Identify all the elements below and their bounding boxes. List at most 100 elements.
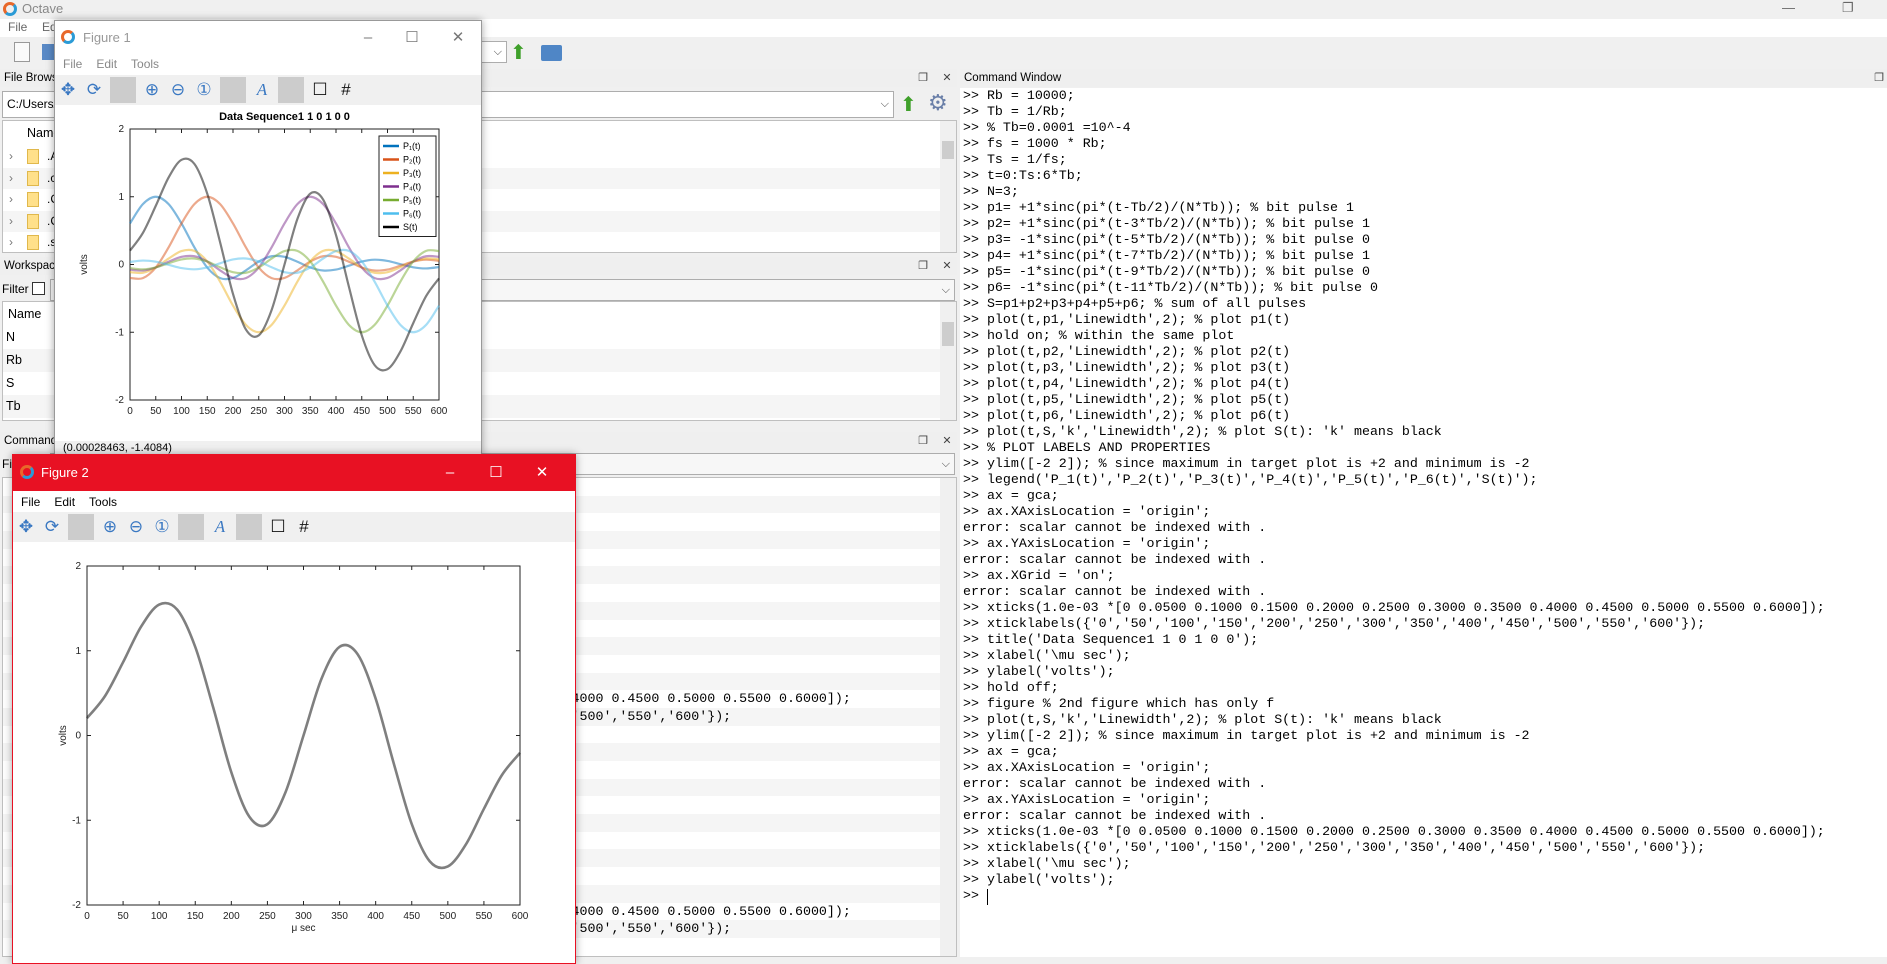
minimize-button[interactable]: – bbox=[345, 21, 391, 55]
x-tick-label: 550 bbox=[476, 911, 493, 922]
chevron-right-icon[interactable]: › bbox=[9, 235, 13, 249]
column-name[interactable]: Name bbox=[8, 307, 41, 321]
close-button[interactable]: ✕ bbox=[519, 455, 565, 491]
legend-label: P₅(t) bbox=[403, 195, 421, 205]
command-line: >> p6= -1*sinc(pi*(t-11*Tb/2)/(N*Tb)); %… bbox=[963, 280, 1378, 295]
browse-folder-icon[interactable] bbox=[541, 45, 562, 61]
box-icon[interactable]: ☐ bbox=[307, 77, 333, 103]
up-directory-icon[interactable]: ⬆ bbox=[900, 92, 917, 117]
legend-label: S(t) bbox=[403, 222, 418, 232]
command-window-title: Command Window bbox=[964, 72, 1062, 84]
figure-1-chart[interactable]: Data Sequence1 1 0 1 0 0 0 50 100 150 200 250 3… bbox=[55, 104, 481, 420]
scrollbar-thumb[interactable] bbox=[942, 141, 954, 159]
y-tick-label: 2 bbox=[118, 124, 124, 135]
close-icon[interactable]: ✕ bbox=[940, 432, 954, 450]
command-line: >> ylabel('volts'); bbox=[963, 664, 1115, 679]
command-line: >> plot(t,p4,'Linewidth',2); % plot p4(t… bbox=[963, 376, 1291, 391]
y-tick-label: -1 bbox=[72, 815, 81, 826]
figure-2-menu: File Edit Tools bbox=[21, 495, 131, 509]
minimize-button[interactable]: – bbox=[427, 455, 473, 491]
undock-icon[interactable]: ❐ bbox=[916, 432, 930, 450]
maximize-button[interactable]: ☐ bbox=[473, 455, 519, 491]
command-line: >> ax.YAxisLocation = 'origin'; bbox=[963, 792, 1211, 807]
folder-icon bbox=[27, 235, 39, 250]
maximize-button[interactable]: ☐ bbox=[389, 21, 435, 55]
gear-icon[interactable]: ⚙ bbox=[928, 90, 948, 116]
menu-file[interactable]: File bbox=[63, 57, 82, 71]
menu-tools[interactable]: Tools bbox=[131, 57, 159, 71]
y-tick-label: -1 bbox=[115, 327, 124, 338]
undock-icon[interactable]: ❐ bbox=[916, 69, 930, 87]
figure-1-toolbar: ✥ ⟳ ⊕ ⊖ ① A ☐ # bbox=[55, 75, 481, 105]
menu-edit[interactable]: Edit bbox=[54, 495, 75, 509]
command-line: >> % Tb=0.0001 =10^-4 bbox=[963, 120, 1131, 135]
x-tick-label: 50 bbox=[118, 911, 130, 922]
pan-icon[interactable]: ✥ bbox=[55, 77, 81, 103]
menu-file[interactable]: File bbox=[21, 495, 40, 509]
zoom-out-icon[interactable]: ⊖ bbox=[165, 77, 191, 103]
up-directory-icon[interactable]: ⬆ bbox=[510, 40, 527, 65]
command-line: >> plot(t,p5,'Linewidth',2); % plot p5(t… bbox=[963, 392, 1291, 407]
new-script-icon[interactable] bbox=[14, 42, 30, 62]
command-line: >> plot(t,p3,'Linewidth',2); % plot p3(t… bbox=[963, 360, 1291, 375]
x-tick-label: 550 bbox=[405, 406, 422, 417]
command-line: >> xticks(1.0e-03 *[0 0.0500 0.1000 0.15… bbox=[963, 824, 1825, 839]
folder-icon bbox=[27, 170, 39, 186]
workspace-title: Workspace bbox=[4, 260, 62, 272]
close-icon[interactable]: ✕ bbox=[940, 257, 954, 275]
undock-icon[interactable]: ❐ bbox=[916, 257, 930, 275]
figure-2-chart[interactable]: 0 50 100 150 200 250 300 350 400 450 500 550 600 -2 -1… bbox=[13, 535, 575, 957]
filter-checkbox[interactable] bbox=[32, 282, 45, 295]
command-window[interactable]: >> Rb = 10000; >> Tb = 1/Rb; >> % Tb=0.000… bbox=[960, 88, 1887, 957]
error-line: error: scalar cannot be indexed with . bbox=[963, 552, 1267, 567]
variable-name: Rb bbox=[6, 353, 22, 367]
minimize-button[interactable]: — bbox=[1782, 0, 1795, 15]
command-line: >> plot(t,p1,'Linewidth',2); % plot p1(t… bbox=[963, 312, 1291, 327]
figure-1-titlebar[interactable]: Figure 1 – ☐ ✕ bbox=[55, 21, 481, 55]
grid-icon[interactable]: # bbox=[333, 77, 359, 103]
x-tick-label: 250 bbox=[259, 911, 276, 922]
figure-2-titlebar[interactable]: Figure 2 – ☐ ✕ bbox=[13, 455, 575, 491]
error-line: error: scalar cannot be indexed with . bbox=[963, 808, 1267, 823]
app-title: Octave bbox=[22, 1, 64, 16]
chevron-down-icon: ⌵ bbox=[941, 284, 950, 296]
command-line: >> xticks(1.0e-03 *[0 0.0500 0.1000 0.15… bbox=[963, 600, 1825, 615]
close-icon[interactable]: ✕ bbox=[940, 69, 954, 87]
text-cursor bbox=[987, 889, 988, 905]
command-line: >> plot(t,S,'k','Linewidth',2); % plot S… bbox=[963, 712, 1442, 727]
command-line: >> ylim([-2 2]); % since maximum in targ… bbox=[963, 728, 1530, 743]
x-tick-label: 450 bbox=[353, 406, 370, 417]
chevron-right-icon[interactable]: › bbox=[9, 192, 13, 206]
chart-title: Data Sequence1 1 0 1 0 0 bbox=[219, 111, 350, 123]
zoom-in-icon[interactable]: ⊕ bbox=[139, 77, 165, 103]
menu-edit[interactable]: Edit bbox=[96, 57, 117, 71]
x-tick-label: 600 bbox=[431, 406, 448, 417]
command-line: >> p4= +1*sinc(pi*(t-7*Tb/2)/(N*Tb)); % … bbox=[963, 248, 1370, 263]
command-line: >> xticklabels({'0','50','100','150','20… bbox=[963, 840, 1706, 855]
x-tick-label: 350 bbox=[331, 911, 348, 922]
chevron-right-icon[interactable]: › bbox=[9, 214, 13, 228]
x-tick-label: 250 bbox=[250, 406, 267, 417]
x-tick-label: 0 bbox=[127, 406, 133, 417]
x-axis-label: μ sec bbox=[272, 418, 296, 420]
zoom-reset-icon[interactable]: ① bbox=[191, 77, 217, 103]
chevron-right-icon[interactable]: › bbox=[9, 171, 13, 185]
menu-file[interactable]: File bbox=[8, 20, 27, 34]
folder-icon bbox=[27, 213, 39, 229]
rotate-icon[interactable]: ⟳ bbox=[81, 77, 107, 103]
text-icon[interactable]: A bbox=[249, 77, 275, 103]
x-tick-label: 150 bbox=[199, 406, 216, 417]
chevron-right-icon[interactable]: › bbox=[9, 149, 13, 163]
scrollbar-thumb[interactable] bbox=[942, 322, 954, 346]
menu-tools[interactable]: Tools bbox=[89, 495, 117, 509]
restore-button[interactable]: ❐ bbox=[1842, 0, 1854, 16]
undock-icon[interactable]: ❐ bbox=[1872, 69, 1886, 87]
x-tick-label: 350 bbox=[302, 406, 319, 417]
close-button[interactable]: ✕ bbox=[435, 21, 481, 55]
y-tick-label: 0 bbox=[118, 260, 124, 271]
y-axis-label: volts bbox=[58, 725, 69, 746]
chevron-down-icon: ⌵ bbox=[493, 46, 502, 58]
x-tick-label: 50 bbox=[150, 406, 162, 417]
variable-name: N bbox=[6, 330, 16, 344]
x-axis-label: μ sec bbox=[291, 923, 315, 934]
